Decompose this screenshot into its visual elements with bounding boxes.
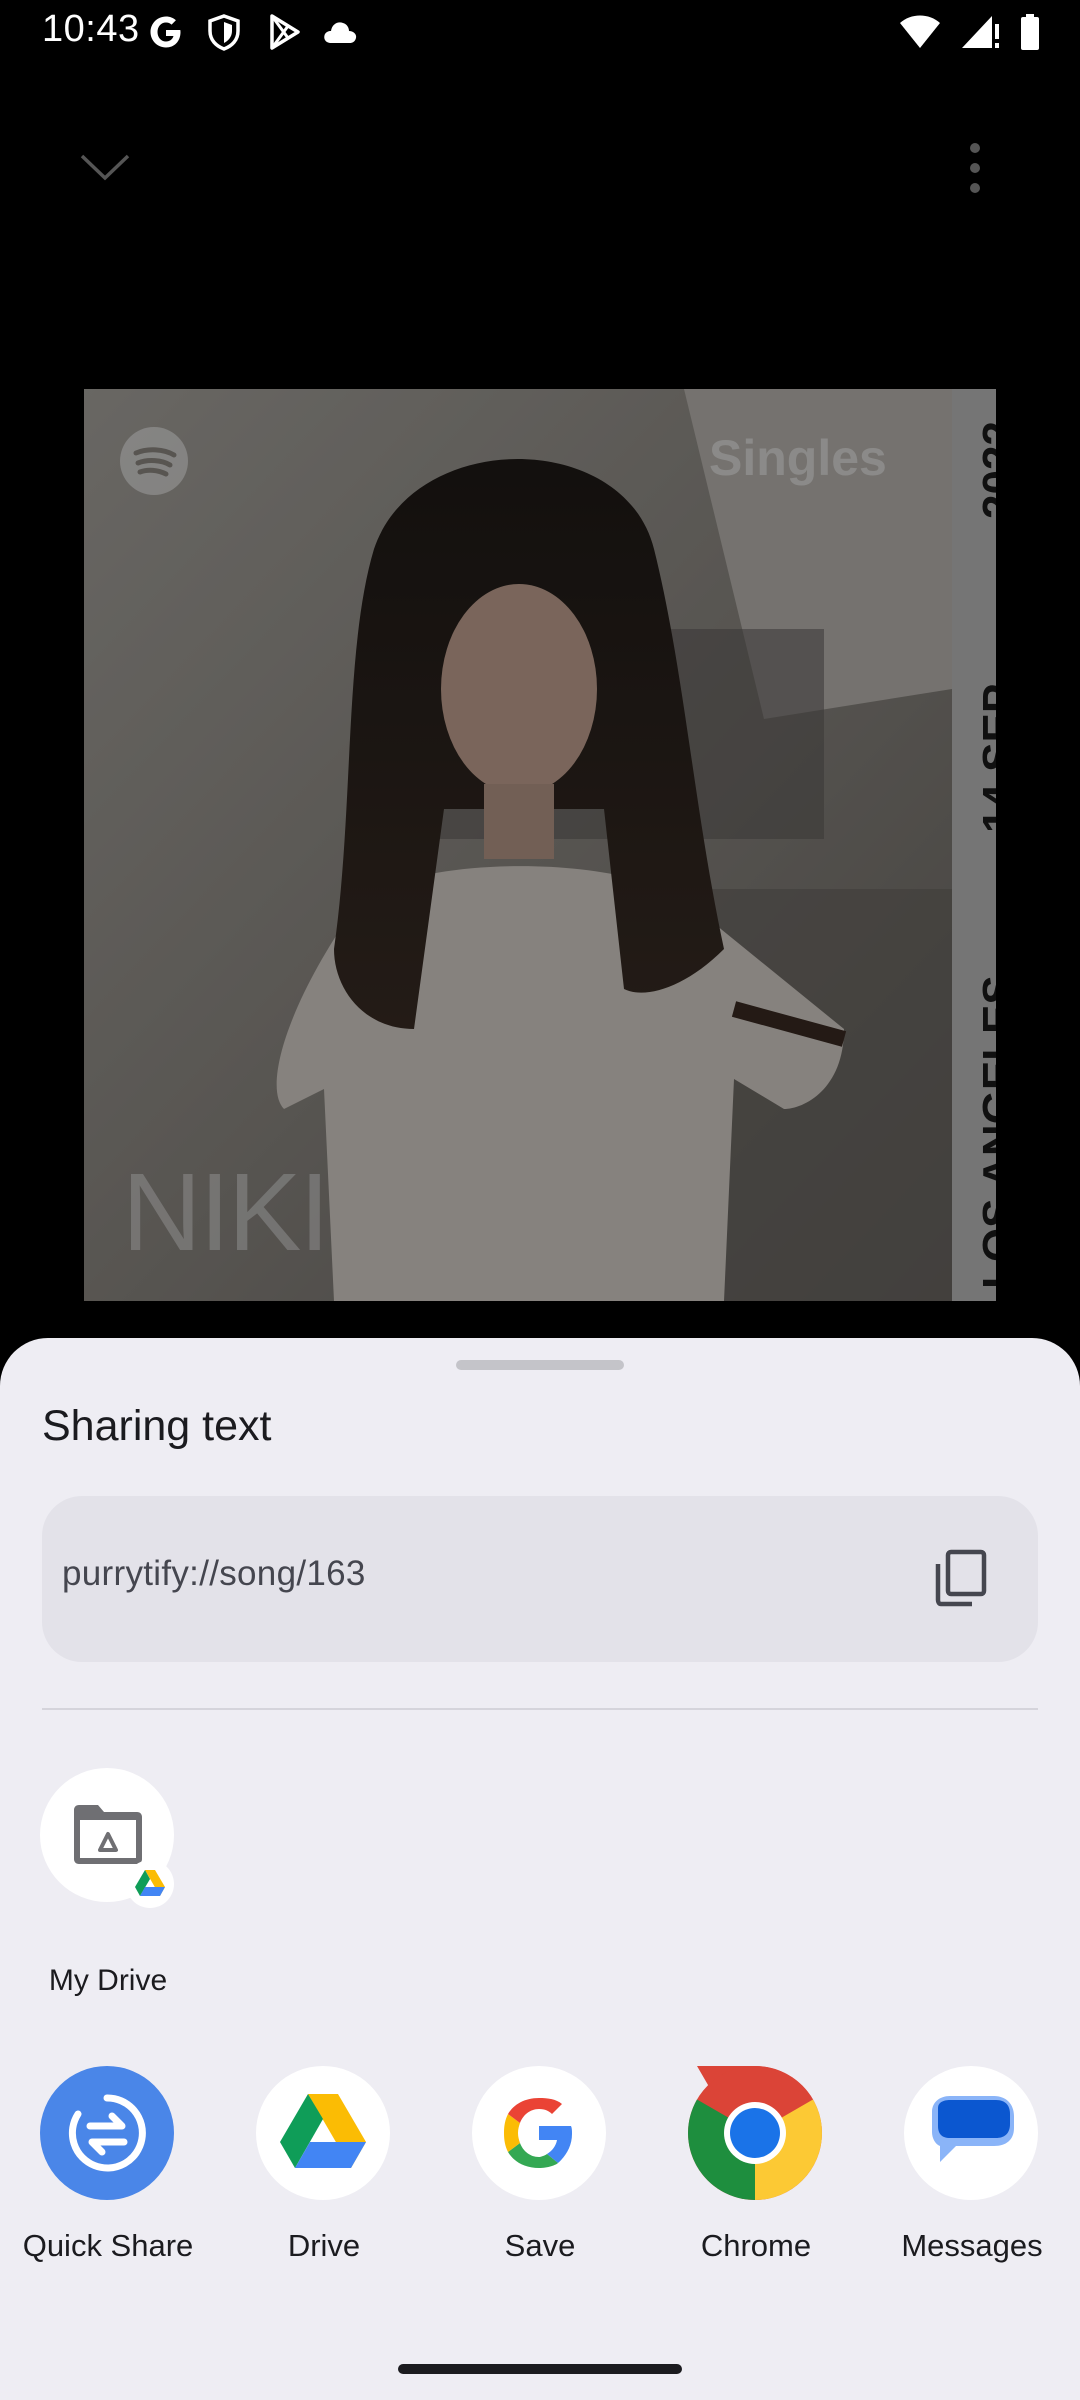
battery-icon	[1021, 14, 1039, 50]
status-time: 10:43	[42, 8, 140, 50]
chevron-down-icon[interactable]	[78, 148, 132, 188]
save-circle	[472, 2066, 606, 2200]
app-label: Quick Share	[22, 2228, 194, 2263]
quick-share-icon	[68, 2094, 146, 2172]
app-label: Save	[504, 2228, 576, 2263]
divider	[42, 1708, 1038, 1710]
quick-share-circle	[40, 2066, 174, 2200]
app-label: Messages	[901, 2228, 1043, 2263]
gesture-nav-bar[interactable]	[398, 2364, 682, 2374]
chrome-icon	[688, 2066, 822, 2200]
wifi-icon	[900, 15, 940, 48]
drive-circle	[256, 2066, 390, 2200]
messages-icon	[932, 2096, 1014, 2162]
google-g-icon	[504, 2098, 572, 2168]
signal-icon	[962, 16, 999, 48]
app-label: Chrome	[700, 2228, 812, 2263]
shared-text-preview: purrytify://song/163	[42, 1496, 1038, 1662]
share-sheet-title: Sharing text	[42, 1402, 272, 1450]
drive-icon	[135, 1870, 165, 1896]
folder-drive-icon	[74, 1805, 142, 1864]
drive-icon	[280, 2094, 366, 2168]
cloud-icon	[324, 22, 357, 43]
status-right-icons	[898, 12, 1042, 52]
drive-badge	[126, 1860, 174, 1908]
shield-icon	[208, 14, 240, 51]
more-vert-icon[interactable]	[960, 140, 990, 196]
play-store-icon	[270, 14, 300, 50]
scrim	[84, 389, 996, 1301]
chrome-circle	[688, 2066, 822, 2200]
status-bar: 10:43	[0, 0, 1080, 64]
album-art: 2022 14 SEP LOS ANGELES Singles NIKI	[84, 389, 996, 1301]
share-sheet: Sharing text purrytify://song/163 My Dri…	[0, 1338, 1080, 2400]
google-g-icon	[150, 16, 181, 48]
messages-circle	[904, 2066, 1038, 2200]
direct-target-label: My Drive	[48, 1964, 168, 1997]
shared-text: purrytify://song/163	[62, 1554, 366, 1593]
drag-handle[interactable]	[456, 1360, 624, 1370]
copy-icon[interactable]	[930, 1548, 990, 1608]
app-label: Drive	[287, 2228, 361, 2263]
